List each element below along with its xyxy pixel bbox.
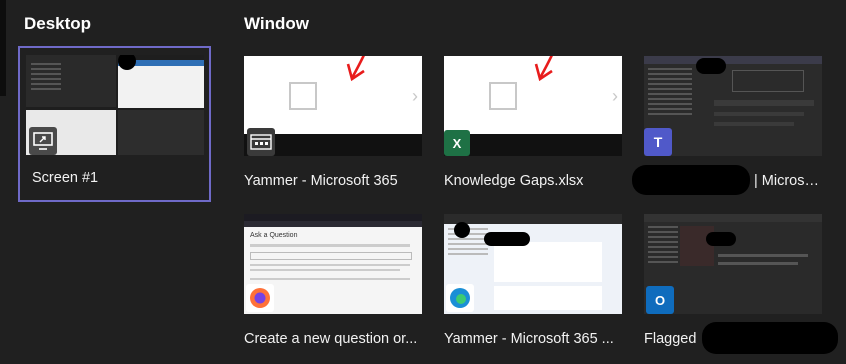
red-arrow-annotation	[346, 56, 366, 82]
teams-icon: T	[644, 128, 672, 156]
knowledge-gaps-window-label: Knowledge Gaps.xlsx	[444, 173, 584, 189]
firefox-icon	[246, 284, 274, 312]
yammer-edge-window-tile[interactable]: Yammer - Microsoft 365 ...	[444, 214, 624, 354]
yammer-edge-window-label: Yammer - Microsoft 365 ...	[444, 331, 614, 347]
ask-question-heading: Ask a Question	[250, 232, 298, 239]
desktop-section-title: Desktop	[24, 14, 92, 33]
window-section-title: Window	[244, 14, 309, 33]
redaction-mark	[702, 322, 838, 354]
outlook-window-label: Flagged	[644, 331, 697, 347]
teams-window-tile[interactable]: T | Microso...	[632, 56, 824, 196]
redaction-mark	[484, 232, 530, 246]
yammer-window-tile[interactable]: › Yammer - Microsoft 365	[244, 56, 424, 196]
knowledge-gaps-thumbnail: › X	[444, 56, 622, 156]
redaction-mark	[696, 58, 726, 74]
yammer-window-label: Yammer - Microsoft 365	[244, 173, 398, 189]
outlook-thumbnail: O	[644, 214, 822, 314]
yammer-edge-thumbnail	[444, 214, 622, 314]
redaction-mark	[632, 165, 750, 195]
yammer-thumbnail: ›	[244, 56, 422, 156]
teams-thumbnail: T	[644, 56, 822, 156]
red-arrow-annotation	[534, 56, 554, 82]
monitor-share-icon	[29, 127, 57, 155]
firefox-thumbnail: Ask a Question	[244, 214, 422, 314]
firefox-window-label: Create a new question or...	[244, 331, 418, 347]
excel-icon: X	[444, 130, 470, 156]
screen-1-tile[interactable]: Screen #1	[18, 46, 211, 202]
outlook-window-tile[interactable]: O Flagged	[644, 214, 838, 354]
outlook-icon: O	[646, 286, 674, 314]
screen-1-thumbnail	[26, 55, 204, 155]
redaction-dot	[454, 222, 470, 238]
knowledge-gaps-window-tile[interactable]: › X Knowledge Gaps.xlsx	[444, 56, 624, 196]
firefox-window-tile[interactable]: Ask a Question Create a new question or.…	[244, 214, 424, 354]
left-edge-strip	[0, 0, 6, 96]
yammer-app-icon	[247, 128, 275, 156]
redaction-mark	[706, 232, 736, 246]
teams-window-label: | Microso...	[754, 173, 824, 189]
edge-icon	[446, 284, 474, 312]
screen-1-label: Screen #1	[32, 170, 99, 186]
